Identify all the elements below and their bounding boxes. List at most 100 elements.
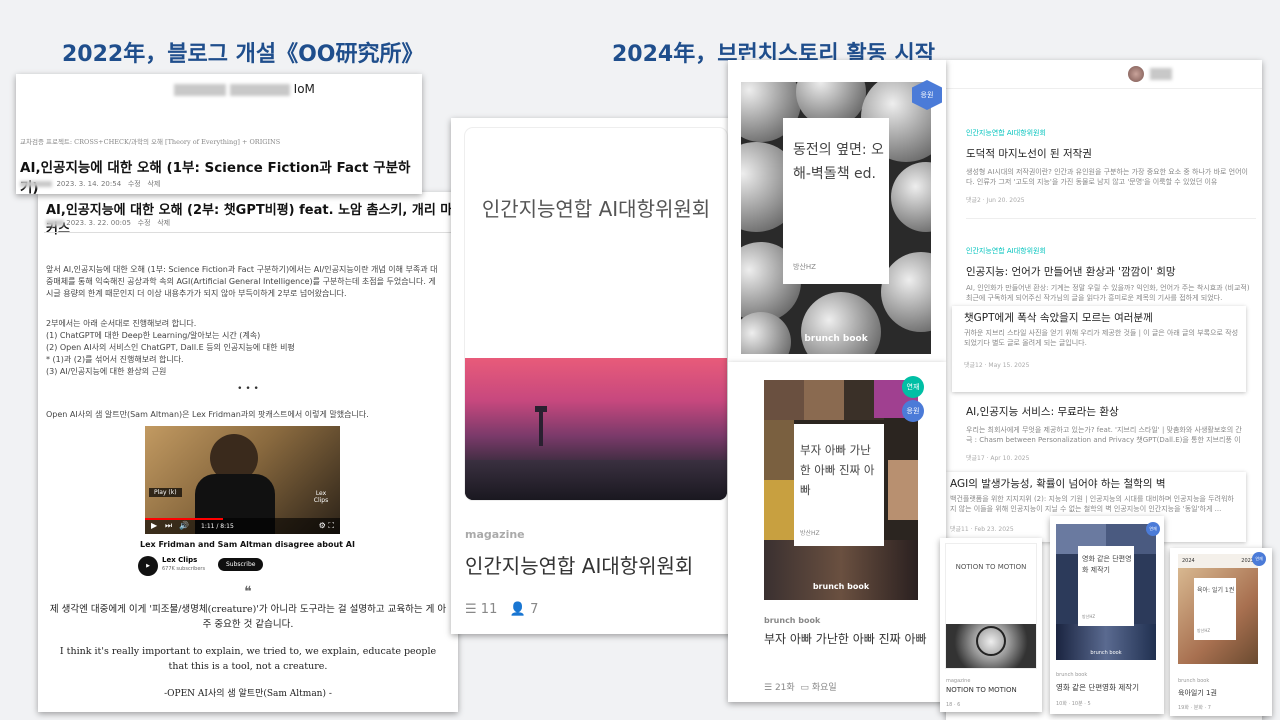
- paragraph-altman: Open AI사의 샘 알트만(Sam Altman)은 Lex Fridman…: [46, 410, 369, 419]
- quote-source: -OPEN AI사의 샘 알트만(Sam Altman) -: [164, 689, 332, 699]
- channel-avatar[interactable]: ▶: [138, 556, 158, 576]
- article-meta: 댓글17 · Apr 10. 2025: [966, 455, 1030, 462]
- article-desc: 생성형 AI시대의 저작권이란? 인간과 유인원을 구분하는 가장 중요한 요소…: [966, 168, 1248, 186]
- article-meta: 댓글12 · May 15. 2025: [964, 362, 1030, 369]
- parenting-author: 방산HZ: [1197, 628, 1211, 633]
- list-icon: ☰: [465, 602, 477, 617]
- book2-title: 부자 아빠 가난한 아빠 진짜 아빠: [800, 443, 875, 497]
- article-title: 인공지능: 언어가 만들어낸 환상과 '깜깜이' 희망: [966, 266, 1176, 278]
- article-item-3[interactable]: 챗GPT에게 폭삭 속았을지 모르는 여러분께 귀하운 지브리 스타일 사진을 …: [952, 306, 1246, 392]
- progress-bar[interactable]: [145, 518, 223, 520]
- article-desc: AI, 인인화가 만들어낸 환상: 기계는 정말 우릴 수 있을까? 익인화, …: [966, 284, 1250, 302]
- book2-caption[interactable]: 부자 아빠 가난한 아빠 진짜 아빠: [764, 630, 934, 648]
- next-icon[interactable]: ⏭: [165, 521, 172, 531]
- small-book-stats: 18 · 6: [946, 702, 961, 708]
- small-book-label: brunch book: [1178, 678, 1210, 684]
- video-title[interactable]: Lex Fridman and Sam Altman disagree abou…: [140, 540, 355, 549]
- section-divider: • • •: [237, 384, 259, 394]
- video-player[interactable]: Play (k) Lex Clips ▶ ⏭ 🔊 1:11 / 8:15 ⚙ ⛶: [145, 426, 340, 534]
- profile-avatar[interactable]: [1128, 66, 1144, 82]
- list-icon: ☰: [764, 683, 773, 693]
- article-title: 도덕적 마지노선이 된 저작권: [966, 148, 1092, 160]
- article-desc: 백건플랫폼을 위한 지지지위 (2): 지능의 기원 | 인공지능의 시대를 대…: [950, 495, 1234, 513]
- channel-subscribers: 677K subscribers: [162, 566, 206, 572]
- edit-link[interactable]: 수정: [138, 219, 151, 227]
- blog-post-2-card: AI,인공지능에 대한 오해 (2부: 챗GPT비평) feat. 노암 촘스키…: [38, 192, 458, 712]
- article-title: 챗GPT에게 폭삭 속았을지 모르는 여러분께: [964, 312, 1153, 324]
- paragraph-plan: 2부에서는 아래 순서대로 진행해보려 합니다. (1) ChatGPT에 대한…: [46, 319, 295, 376]
- profile-name-blurred: [1150, 68, 1172, 80]
- article-meta: 댓글2 · Jun 20. 2025: [966, 197, 1025, 204]
- channel-name[interactable]: Lex Clips: [162, 556, 197, 564]
- support-badge: 응원: [902, 400, 924, 422]
- post-category[interactable]: 교차검증 프로젝트: CROSS+CHECK/과학의 오해 [Theory of…: [20, 136, 280, 146]
- article-desc: 우리는 최회사에게 무엇을 제공하고 있는가? feat. '지브리 스타일' …: [966, 426, 1242, 444]
- quote-icon: ❝: [244, 584, 252, 600]
- article-item-4[interactable]: AI,인공지능 서비스: 무료라는 환상 우리는 최회사에게 무엇을 제공하고 …: [966, 404, 1246, 462]
- small-book-label: brunch book: [1056, 672, 1088, 678]
- blog-header: IoM: [174, 82, 315, 96]
- book1-card[interactable]: 동전의 옆면: 오해-벽돌책 ed. 방산HZ brunch book 응원: [728, 60, 946, 362]
- play-tooltip: Play (k): [149, 488, 182, 497]
- subscribe-button[interactable]: Subscribe: [218, 558, 264, 571]
- small-book-title: 육아일기 1권: [1178, 689, 1217, 697]
- person-icon: 👤: [509, 602, 526, 617]
- calendar-icon: ▭: [800, 683, 809, 693]
- parenting-cover: 2024 2023 육아: 일기 1권 방산HZ: [1178, 554, 1258, 664]
- small-book-stats: 10화 · 10분 · 5: [1056, 701, 1091, 707]
- blog-post-1-card: IoM 교차검증 프로젝트: CROSS+CHECK/과학의 오해 [Theor…: [16, 74, 422, 194]
- article-meta: 댓글11 · Feb 23. 2025: [950, 526, 1014, 533]
- brunch-logo: brunch book: [1090, 650, 1122, 656]
- paragraph-intro: 앞서 AI,인공지능에 대한 오해 (1부: Science Fiction과 …: [46, 265, 438, 298]
- brunch-logo: brunch book: [804, 334, 868, 344]
- post-date: 2023. 3. 22. 00:05: [66, 219, 131, 227]
- article-title: AGI의 발생가능성, 확률이 넘어야 하는 철학의 벽: [950, 478, 1166, 490]
- small-book-label: magazine: [946, 678, 971, 684]
- video-watermark: Lex Clips: [313, 490, 329, 504]
- delete-link[interactable]: 삭제: [147, 180, 160, 188]
- magazine-stats: ☰ 11 👤 7: [465, 602, 538, 617]
- small-book-film[interactable]: 영화 같은 단편영화 제작기 방산HZ brunch book 연재 brunc…: [1050, 516, 1164, 714]
- video-time: 1:11 / 8:15: [201, 523, 234, 530]
- clock-image: [946, 624, 1036, 668]
- divider: [44, 232, 452, 233]
- small-book-notion[interactable]: NOTION TO MOTION magazine NOTION TO MOTI…: [940, 538, 1042, 712]
- notion-cover: NOTION TO MOTION: [946, 544, 1036, 668]
- edit-link[interactable]: 수정: [128, 180, 141, 188]
- film-author: 방산HZ: [1082, 614, 1096, 619]
- small-book-title: NOTION TO MOTION: [946, 686, 1017, 694]
- brunch-logo: brunch book: [812, 582, 870, 591]
- article-tag: 인간지능연합 AI대항위원회: [966, 129, 1046, 137]
- magazine-label: magazine: [465, 528, 525, 541]
- magazine-card[interactable]: 인간지능연합 AI대항위원회 magazine 인간지능연합 AI대항위원회 ☰…: [451, 118, 740, 634]
- book1-title-box: 동전의 옆면: 오해-벽돌책 ed. 방산HZ: [783, 118, 889, 284]
- serial-badge: 연재: [1146, 522, 1160, 536]
- book2-card[interactable]: 부자 아빠 가난한 아빠 진짜 아빠 방산HZ brunch book 연재 응…: [728, 362, 946, 702]
- magazine-post-count: 11: [480, 602, 498, 617]
- delete-link[interactable]: 삭제: [157, 219, 170, 227]
- volume-icon[interactable]: 🔊: [179, 521, 189, 530]
- settings-icon[interactable]: ⚙ ⛶: [319, 521, 334, 531]
- magazine-cover: 인간지능연합 AI대항위원회: [465, 128, 727, 500]
- quote-korean: 제 생각엔 대중에게 이게 '피조물/생명체(creature)'가 아니라 도…: [49, 604, 447, 630]
- small-book-parenting[interactable]: 2024 2023 육아: 일기 1권 방산HZ 연재 brunch book …: [1170, 548, 1272, 716]
- play-icon[interactable]: ▶: [151, 521, 157, 530]
- article-tag: 인간지능연합 AI대항위원회: [966, 247, 1046, 255]
- film-cover: 영화 같은 단편영화 제작기 방산HZ brunch book: [1056, 524, 1156, 660]
- book1-cover: 동전의 옆면: 오해-벽돌책 ed. 방산HZ brunch book: [741, 82, 931, 354]
- quote-english: I think it's really important to explain…: [59, 646, 437, 672]
- article-item-2[interactable]: 인간지능연합 AI대항위원회 인공지능: 언어가 만들어낸 환상과 '깜깜이' …: [966, 246, 1256, 303]
- left-heading: 2022年，블로그 개설《OO研究所》: [62, 42, 424, 67]
- book2-stats: ☰ 21화 ▭ 화요일: [764, 683, 837, 693]
- magazine-cover-title: 인간지능연합 AI대항위원회: [481, 197, 711, 221]
- article-desc: 귀하운 지브리 스타일 사진을 얻기 위해 우리가 제공한 것들 | 이 글은 …: [964, 329, 1239, 347]
- blog-post-1-meta: 2023. 3. 14. 20:54 수정 삭제: [20, 179, 160, 189]
- book1-author: 방산HZ: [793, 263, 816, 271]
- magazine-subscriber-count: 7: [530, 602, 539, 617]
- parenting-cover-text: 육아: 일기 1권: [1197, 587, 1235, 594]
- magazine-title[interactable]: 인간지능연합 AI대항위원회: [465, 550, 693, 579]
- sunset-photo: [465, 358, 727, 500]
- article-item-1[interactable]: 인간지능연합 AI대항위원회 도덕적 마지노선이 된 저작권 생성형 AI시대의…: [966, 128, 1256, 204]
- blog-header-suffix: IoM: [293, 82, 315, 96]
- blog-post-2-meta: 2023. 3. 22. 00:05 수정 삭제: [46, 218, 170, 228]
